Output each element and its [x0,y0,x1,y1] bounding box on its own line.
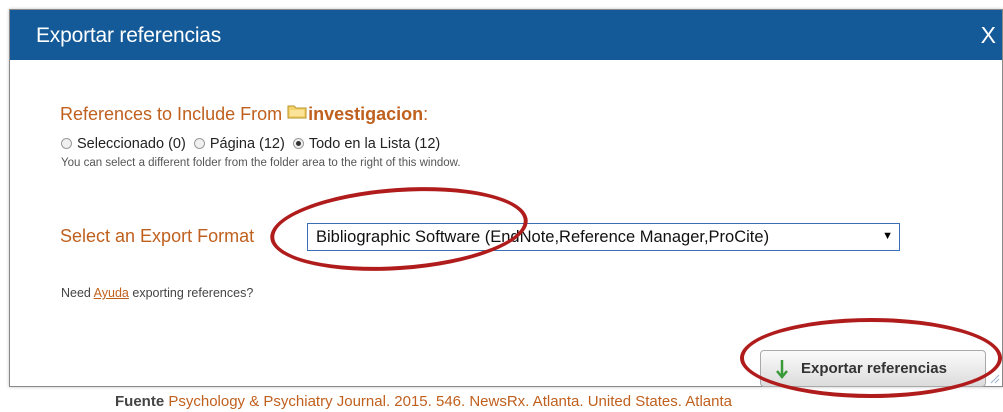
background-source-line: Fuente Psychology & Psychiatry Journal. … [115,393,732,410]
radio-option-page[interactable]: Página (12) [193,136,289,152]
help-line: Need Ayuda exporting references? [61,286,253,300]
include-label: References to Include From [60,104,283,124]
radio-selected[interactable] [61,138,72,149]
folder-hint: You can select a different folder from t… [61,157,461,169]
source-label: Fuente [115,393,165,410]
help-link[interactable]: Ayuda [94,286,129,300]
folder-icon [287,103,307,124]
radio-selected-label: Seleccionado (0) [77,136,186,152]
dialog-title: Exportar referencias [36,24,222,47]
folder-name[interactable]: investigacion [308,104,423,124]
help-suffix: exporting references? [128,286,254,300]
radio-all[interactable] [292,138,304,149]
include-radio-group: Seleccionado (0) Página (12) Todo en la … [61,136,444,152]
close-button[interactable]: X [981,22,996,49]
format-label: Select an Export Format [60,226,255,246]
help-prefix: Need [61,286,94,300]
source-text[interactable]: Psychology & Psychiatry Journal. 2015. 5… [168,393,732,410]
dialog-titlebar: Exportar referencias X [10,10,1002,60]
radio-page[interactable] [193,138,205,149]
chevron-down-icon: ▼ [882,230,893,242]
radio-all-label: Todo en la Lista (12) [308,136,441,152]
radio-option-selected[interactable]: Seleccionado (0) [61,136,190,152]
annotation-circle-export [740,318,1002,398]
radio-page-label: Página (12) [209,136,285,152]
radio-option-all[interactable]: Todo en la Lista (12) [292,136,441,152]
include-section-label: References to Include From investigacion… [60,103,428,125]
include-suffix: : [423,104,429,124]
